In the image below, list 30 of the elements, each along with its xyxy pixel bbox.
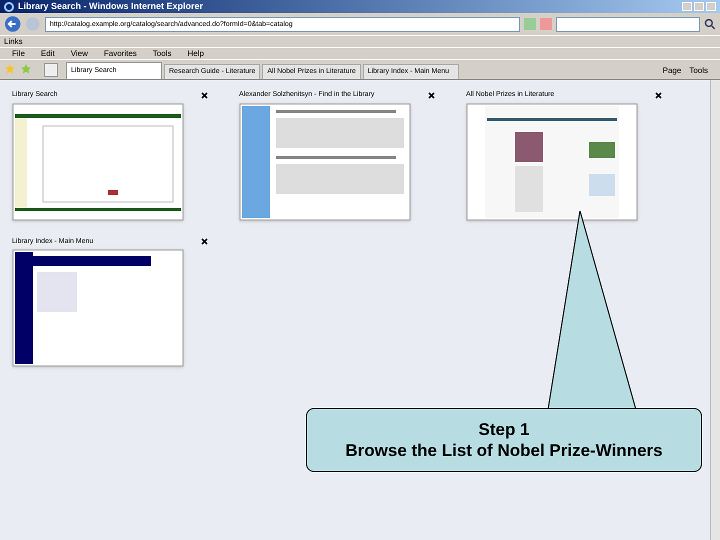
minimize-button[interactable] <box>682 2 692 11</box>
menu-item[interactable]: Tools <box>152 50 172 58</box>
menu-item[interactable]: Favorites <box>104 50 137 58</box>
close-icon[interactable] <box>428 92 435 99</box>
menu-item[interactable]: File <box>12 50 25 58</box>
menu-item[interactable]: View <box>70 50 88 58</box>
quick-tabs-button[interactable] <box>44 63 58 77</box>
back-icon[interactable] <box>4 15 22 33</box>
browser-icon <box>4 2 14 12</box>
close-button[interactable] <box>706 2 716 11</box>
window-title: Library Search - Windows Internet Explorer <box>18 2 203 11</box>
menu-item[interactable]: Edit <box>40 50 55 58</box>
toolbar-button[interactable]: Page <box>662 67 682 75</box>
search-field[interactable] <box>556 16 700 32</box>
page-preview-drawing[interactable] <box>466 102 638 220</box>
menu-item[interactable]: Help <box>187 50 204 58</box>
maximize-button[interactable] <box>694 2 704 11</box>
close-icon[interactable] <box>655 92 662 99</box>
stop-button[interactable] <box>540 18 552 30</box>
page-preview-drawing[interactable] <box>12 102 184 220</box>
favorites-star-icon[interactable] <box>4 63 16 75</box>
search-icon[interactable] <box>704 18 716 30</box>
close-icon[interactable] <box>201 92 208 99</box>
callout-text: Browse the List of Nobel Prize-Winners <box>345 440 663 462</box>
callout-title: Step 1 <box>478 418 530 440</box>
page-preview-drawing[interactable] <box>12 249 184 367</box>
close-icon[interactable] <box>201 238 208 246</box>
links-label[interactable]: Links <box>4 38 23 46</box>
toolbar-button[interactable]: Tools <box>689 67 708 75</box>
scrollbar[interactable] <box>710 80 720 540</box>
